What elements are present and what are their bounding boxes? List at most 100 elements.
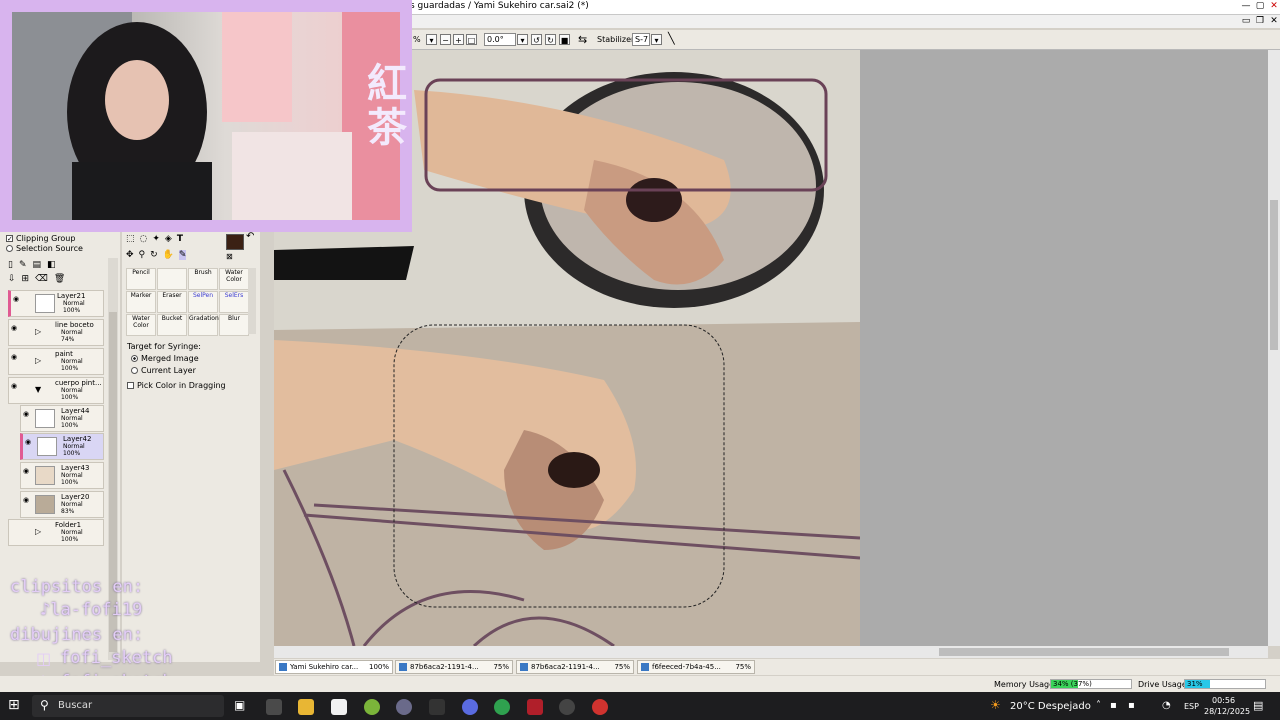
rotate-reset-icon[interactable]: ■	[559, 34, 570, 45]
taskbar-app-icon[interactable]	[266, 699, 282, 715]
text-tool-icon[interactable]: T	[177, 234, 183, 244]
tab-document[interactable]: 87b6aca2-1191-4... 75%	[516, 660, 634, 674]
layer-item[interactable]: ◉ ▼ cuerpo pint... Normal 100%	[8, 377, 104, 404]
doc-restore-button[interactable]: ❐	[1254, 16, 1266, 27]
tab-document[interactable]: f6feeced-7b4a-45... 75%	[637, 660, 755, 674]
magic-wand-icon[interactable]: ✦	[152, 234, 160, 244]
doc-minimize-button[interactable]: ▭	[1240, 16, 1252, 27]
horizontal-scroll-thumb[interactable]	[939, 648, 1229, 656]
chrome-icon[interactable]	[592, 699, 608, 715]
stabilizer-dropdown-icon[interactable]: ▾	[651, 34, 662, 45]
transparent-color-icon[interactable]: ⊠	[226, 252, 233, 261]
layer-item[interactable]: ◉ Layer44 Normal 100%	[20, 405, 104, 432]
expand-arrow-icon[interactable]: ▷	[35, 527, 41, 536]
eye-icon[interactable]	[11, 524, 21, 534]
expand-arrow-icon[interactable]: ▷	[35, 356, 41, 365]
zoom-reset-icon[interactable]: □	[466, 34, 477, 45]
new-linework-icon[interactable]: ✎	[19, 260, 27, 270]
lasso-icon[interactable]: ◌	[140, 234, 148, 244]
rotate-right-icon[interactable]: ↻	[545, 34, 556, 45]
hand-icon[interactable]: ✋	[163, 250, 174, 260]
language-indicator[interactable]: ESP	[1184, 702, 1199, 711]
zoom-in-icon[interactable]: +	[453, 34, 464, 45]
layer-item[interactable]: ◉ ▷ paint Normal 100%	[8, 348, 104, 375]
line-tool-icon[interactable]: ╲	[668, 32, 675, 45]
windows-start-icon[interactable]: ⊞	[8, 697, 20, 713]
weather-text[interactable]: 20°C Despejado	[1010, 701, 1091, 712]
current-layer-radio[interactable]	[131, 367, 138, 374]
vertical-scroll-thumb[interactable]	[1270, 200, 1278, 350]
pick-color-checkbox[interactable]	[127, 382, 134, 389]
close-button[interactable]: ✕	[1268, 1, 1280, 12]
taskbar-app-icon-2[interactable]	[429, 699, 445, 715]
notification-icon[interactable]: ▤	[1253, 699, 1263, 712]
eye-icon[interactable]: ◉	[23, 410, 33, 420]
taskbar-red-icon[interactable]	[527, 699, 543, 715]
brush-watercolor[interactable]: Water Color	[219, 268, 249, 290]
taskbar-green-icon[interactable]	[494, 699, 510, 715]
file-explorer-icon[interactable]	[298, 699, 314, 715]
tray-chevron-icon[interactable]: ˄	[1096, 700, 1101, 711]
expand-arrow-icon[interactable]: ▷	[35, 327, 41, 336]
layer-item[interactable]: ◉ Layer21 Normal 100%	[8, 290, 104, 317]
rotate-icon[interactable]: ↻	[150, 250, 158, 260]
brush-selpen[interactable]: SelPen	[188, 291, 218, 313]
layer-item[interactable]: ◉ Layer43 Normal 100%	[20, 462, 104, 489]
obs-icon[interactable]	[396, 699, 412, 715]
brush-marker[interactable]: Marker	[126, 291, 156, 313]
clear-layer-icon[interactable]: ⌫	[35, 274, 48, 284]
zoom-dropdown-icon[interactable]: ▾	[426, 34, 437, 45]
eye-icon[interactable]: ◉	[23, 496, 33, 506]
tray-icon[interactable]: ▪	[1110, 700, 1117, 711]
brush-eraser[interactable]: Eraser	[157, 291, 187, 313]
network-icon[interactable]: ◔	[1162, 700, 1171, 711]
brush-bucket[interactable]: Bucket	[157, 314, 187, 336]
collapse-arrow-icon[interactable]: ▼	[35, 385, 41, 394]
clock-date[interactable]: 28/12/2025	[1204, 707, 1250, 716]
eye-icon[interactable]: ◉	[23, 467, 33, 477]
rotate-left-icon[interactable]: ↺	[531, 34, 542, 45]
delete-layer-icon[interactable]: 🗑	[54, 274, 65, 284]
tray-icon-2[interactable]: ▪	[1128, 700, 1135, 711]
clipping-group-checkbox[interactable]: ✓	[6, 235, 13, 243]
doc-close-button[interactable]: ✕	[1268, 16, 1280, 27]
angle-field[interactable]: 0.0°	[484, 33, 516, 46]
stabilizer-field[interactable]: S-7	[632, 33, 650, 46]
layer-item[interactable]: ◉ ▷ line boceto Normal 74%	[8, 319, 104, 346]
brush-watercolor-2[interactable]: Water Color	[126, 314, 156, 336]
clock-time[interactable]: 00:56	[1212, 696, 1235, 705]
eye-icon[interactable]: ◉	[13, 295, 23, 305]
move-icon[interactable]: ✥	[126, 250, 134, 260]
main-color-swatch[interactable]	[226, 234, 244, 250]
eye-icon[interactable]: ◉	[25, 438, 35, 448]
layer-item[interactable]: ▷ Folder1 Normal 100%	[8, 519, 104, 546]
store-icon[interactable]	[331, 699, 347, 715]
new-folder-icon[interactable]: ▤	[33, 260, 42, 270]
brush-selers[interactable]: SelErs	[219, 291, 249, 313]
taskbar-app-icon-3[interactable]	[559, 699, 575, 715]
vertical-scrollbar[interactable]	[1268, 50, 1280, 646]
syringe-icon[interactable]: ✎	[178, 250, 187, 260]
eye-icon[interactable]: ◉	[11, 353, 21, 363]
layer-item[interactable]: ◉ Layer20 Normal 83%	[20, 491, 104, 518]
merge-down-icon[interactable]: ⊞	[22, 274, 30, 284]
swap-colors-icon[interactable]: ↶	[246, 231, 254, 242]
discord-icon[interactable]	[462, 699, 478, 715]
paint-tool-sai-icon[interactable]	[364, 699, 380, 715]
brush-blur[interactable]: Blur	[219, 314, 249, 336]
new-layer-icon[interactable]: ▯	[8, 260, 13, 270]
tab-document[interactable]: 87b6aca2-1191-4... 75%	[395, 660, 513, 674]
brush-gradation[interactable]: Gradation	[188, 314, 219, 336]
brush-brush[interactable]: Brush	[188, 268, 218, 290]
zoom-out-icon[interactable]: −	[440, 34, 451, 45]
minimize-button[interactable]: —	[1240, 1, 1252, 12]
brush-scrollbar[interactable]	[248, 268, 256, 334]
tab-document-active[interactable]: Yami Sukehiro car... 100%	[275, 660, 393, 674]
maximize-button[interactable]: ▢	[1254, 1, 1266, 12]
mask-icon[interactable]: ◧	[47, 260, 56, 270]
flip-icon[interactable]: ⇆	[578, 33, 587, 46]
rect-select-icon[interactable]: ⬚	[126, 234, 135, 244]
search-box[interactable]: ⚲ Buscar	[32, 695, 224, 717]
merged-image-radio[interactable]	[131, 355, 138, 362]
brush-pencil[interactable]: Pencil	[126, 268, 156, 290]
